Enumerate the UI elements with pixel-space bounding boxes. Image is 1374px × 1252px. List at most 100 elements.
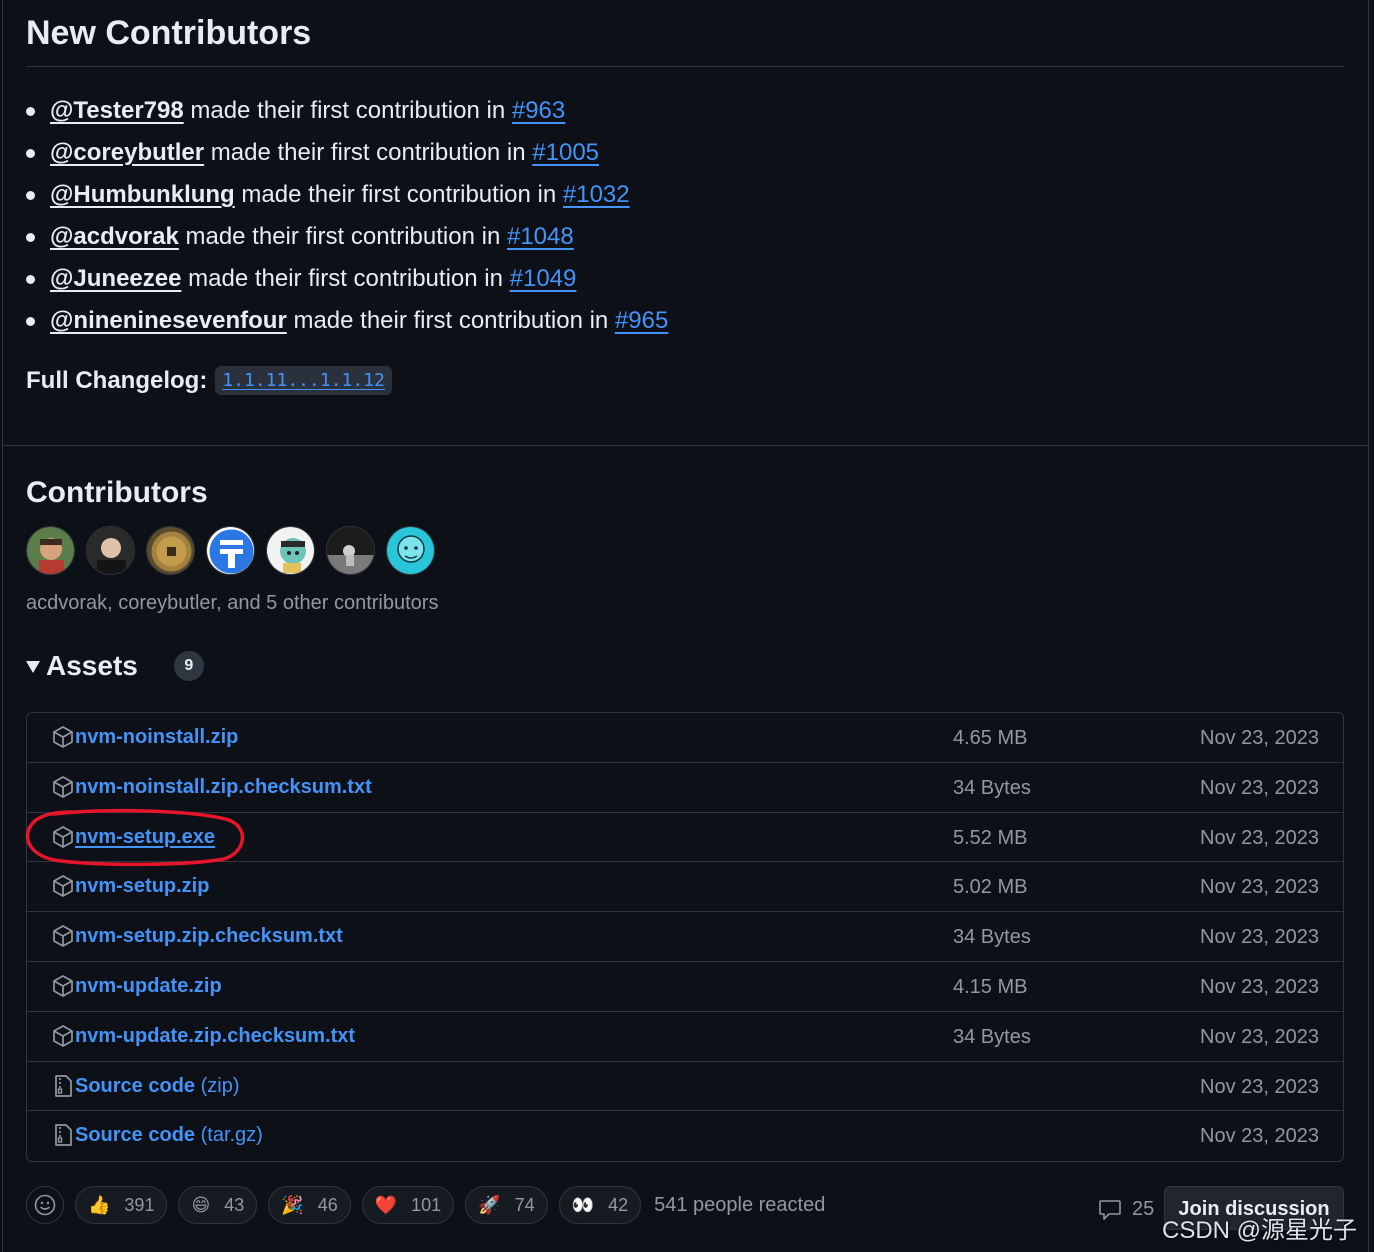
asset-date: Nov 23, 2023 [1200,1125,1319,1148]
new-contributors-heading: New Contributors [26,14,312,52]
avatar[interactable] [26,526,75,575]
avatar[interactable] [86,526,135,575]
asset-date: Nov 23, 2023 [1200,876,1319,899]
reaction-rocket[interactable]: 🚀 74 [465,1186,548,1224]
package-icon [53,875,73,898]
asset-date: Nov 23, 2023 [1200,975,1319,998]
section-divider [2,445,1369,446]
watermark: CSDN @源星光子 [1162,1217,1358,1244]
asset-size: 5.52 MB [953,826,1028,849]
thumbs-up-icon: 👍 [88,1195,111,1215]
reactions-bar: 👍 391 😄 43 🎉 46 ❤️ 101 🚀 74 👀 42 541 people re… [26,1186,825,1224]
changelog-label: Full Changelog [26,366,200,394]
contributor-avatars [26,526,435,575]
list-item: @Tester798 made their first contribution… [25,92,668,134]
asset-link[interactable]: Source code (tar.gz) [75,1124,263,1147]
table-row: nvm-update.zip.checksum.txt 34 Bytes Nov… [27,1012,1343,1062]
heading-rule [26,66,1344,67]
table-row: nvm-setup.exe 5.52 MB Nov 23, 2023 [27,813,1343,863]
user-link[interactable]: @Tester798 [50,97,184,124]
contributors-heading: Contributors [26,476,208,509]
table-row: nvm-setup.zip.checksum.txt 34 Bytes Nov … [27,912,1343,962]
table-row: nvm-setup.zip 5.02 MB Nov 23, 2023 [27,862,1343,913]
user-link[interactable]: @Juneezee [50,265,181,292]
avatar[interactable] [266,526,315,575]
pr-link[interactable]: #1005 [532,139,599,166]
asset-date: Nov 23, 2023 [1200,926,1319,949]
pr-link[interactable]: #1049 [510,265,577,292]
add-reaction-button[interactable] [26,1186,64,1224]
asset-size: 34 Bytes [953,926,1031,949]
avatar[interactable] [386,526,435,575]
package-icon [53,825,73,848]
table-row: Source code (zip) Nov 23, 2023 [27,1062,1343,1112]
user-link[interactable]: @coreybutler [50,139,204,166]
table-row: nvm-update.zip 4.15 MB Nov 23, 2023 [27,962,1343,1012]
asset-link[interactable]: nvm-noinstall.zip [75,726,238,749]
table-row: nvm-noinstall.zip.checksum.txt 34 Bytes … [27,763,1343,813]
asset-date: Nov 23, 2023 [1200,1075,1319,1098]
rocket-icon: 🚀 [478,1195,501,1215]
user-link[interactable]: @acdvorak [50,223,179,250]
contributors-summary: acdvorak, coreybutler, and 5 other contr… [26,592,439,614]
reactions-summary: 541 people reacted [654,1193,826,1216]
reaction-heart[interactable]: ❤️ 101 [361,1186,455,1224]
asset-date: Nov 23, 2023 [1200,826,1319,849]
asset-link[interactable]: Source code (zip) [75,1075,240,1098]
eyes-icon: 👀 [571,1195,595,1215]
laugh-icon: 😄 [191,1195,211,1215]
assets-toggle[interactable]: Assets 9 [26,650,204,682]
hooray-icon: 🎉 [281,1195,304,1215]
user-link[interactable]: @Humbunklung [50,181,235,208]
asset-size: 4.15 MB [953,975,1028,998]
triangle-down-icon [26,661,40,673]
asset-link[interactable]: nvm-setup.exe [75,826,215,849]
asset-date: Nov 23, 2023 [1200,1025,1319,1048]
changelog-compare-link[interactable]: 1.1.11...1.1.12 [215,366,392,395]
assets-heading: Assets [46,650,138,681]
pr-link[interactable]: #965 [615,307,668,334]
asset-link[interactable]: nvm-setup.zip.checksum.txt [75,925,343,948]
list-item: @Humbunklung made their first contributi… [25,176,668,218]
avatar[interactable] [326,526,375,575]
reaction-eyes[interactable]: 👀 42 [558,1186,642,1224]
asset-link[interactable]: nvm-update.zip.checksum.txt [75,1025,355,1048]
file-zip-icon [55,1074,72,1097]
pr-link[interactable]: #963 [512,97,565,124]
reaction-thumbs-up[interactable]: 👍 391 [75,1186,168,1224]
list-item: @acdvorak made their first contribution … [25,218,668,260]
avatar[interactable] [206,526,255,575]
reaction-laugh[interactable]: 😄 43 [178,1186,258,1224]
asset-date: Nov 23, 2023 [1200,776,1319,799]
avatar[interactable] [146,526,195,575]
full-changelog: Full Changelog: 1.1.11...1.1.12 [26,366,392,395]
package-icon [53,925,73,948]
comment-icon [1099,1199,1121,1220]
assets-count-badge: 9 [173,651,204,681]
pr-link[interactable]: #1032 [563,181,630,208]
asset-link[interactable]: nvm-setup.zip [75,875,209,898]
table-row: nvm-noinstall.zip 4.65 MB Nov 23, 2023 [27,713,1343,763]
package-icon [53,775,73,798]
package-icon [53,726,73,748]
list-item: @nineninesevenfour made their first cont… [25,302,668,344]
assets-list: nvm-noinstall.zip 4.65 MB Nov 23, 2023 n… [26,712,1344,1162]
list-item: @coreybutler made their first contributi… [25,134,668,176]
comments-count[interactable]: 25 [1098,1198,1154,1221]
reaction-hooray[interactable]: 🎉 46 [268,1186,351,1224]
asset-size: 34 Bytes [953,776,1031,799]
table-row: Source code (tar.gz) Nov 23, 2023 [27,1111,1343,1161]
list-item: @Juneezee made their first contribution … [25,260,668,302]
new-contributors-list: @Tester798 made their first contribution… [25,92,668,344]
package-icon [53,1024,73,1047]
package-icon [53,975,73,997]
asset-link[interactable]: nvm-noinstall.zip.checksum.txt [75,776,372,799]
asset-size: 4.65 MB [953,727,1028,749]
user-link[interactable]: @nineninesevenfour [50,307,287,334]
file-zip-icon [55,1124,72,1147]
asset-date: Nov 23, 2023 [1200,727,1319,749]
asset-size: 34 Bytes [953,1025,1031,1048]
pr-link[interactable]: #1048 [507,223,574,250]
heart-icon: ❤️ [374,1195,398,1215]
asset-link[interactable]: nvm-update.zip [75,975,222,998]
